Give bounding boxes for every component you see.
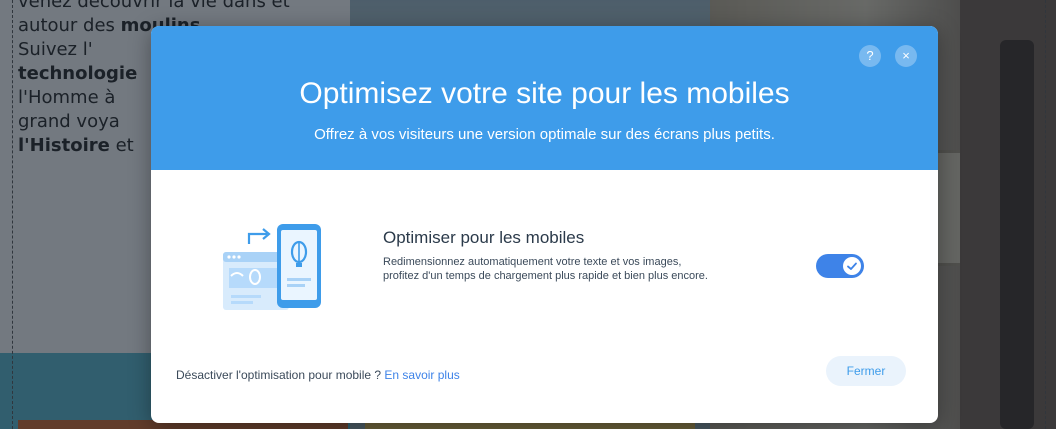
mobile-optimization-dialog: ? × Optimisez votre site pour les mobile…: [151, 26, 938, 423]
learn-more-link[interactable]: En savoir plus: [384, 368, 459, 382]
option-title: Optimiser pour les mobiles: [383, 228, 585, 247]
dialog-title: Optimisez votre site pour les mobiles: [299, 77, 790, 110]
dialog-header: ? × Optimisez votre site pour les mobile…: [151, 26, 938, 170]
option-description: Redimensionnez automatiquement votre tex…: [383, 256, 708, 282]
disable-optimization-question: Désactiver l'optimisation pour mobile ?: [176, 368, 385, 382]
dialog-subtitle: Offrez à vos visiteurs une version optim…: [314, 126, 775, 143]
close-dialog-button[interactable]: Fermer: [826, 356, 906, 386]
mobile-optimization-toggle[interactable]: [816, 254, 864, 278]
question-mark-icon: ?: [866, 48, 874, 63]
close-button[interactable]: ×: [895, 45, 917, 67]
mobile-desktop-illustration-icon: [223, 224, 321, 310]
help-button[interactable]: ?: [859, 45, 881, 67]
close-icon: ×: [902, 48, 910, 63]
checkmark-icon: [847, 262, 857, 270]
toggle-knob: [843, 257, 861, 275]
footer-text: Désactiver l'optimisation pour mobile ? …: [176, 367, 460, 383]
